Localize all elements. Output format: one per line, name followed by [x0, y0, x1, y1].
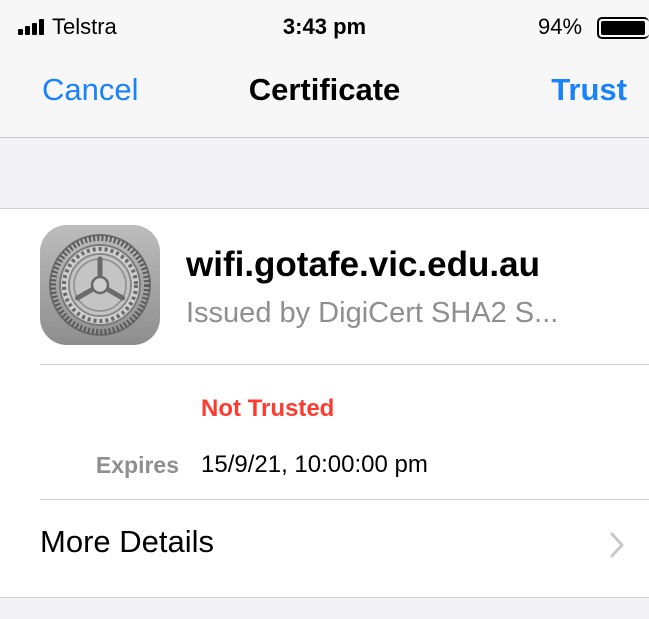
divider [40, 364, 649, 365]
certificate-name: wifi.gotafe.vic.edu.au [186, 245, 540, 284]
battery-percent: 94% [538, 14, 583, 39]
battery-icon [597, 17, 649, 39]
settings-gear-icon [40, 225, 160, 345]
certificate-card: wifi.gotafe.vic.edu.au Issued by DigiCer… [0, 208, 649, 598]
status-bar: Telstra 3:43 pm 94% [0, 0, 649, 62]
more-details-row[interactable]: More Details [0, 500, 649, 598]
more-details-label: More Details [40, 524, 214, 559]
trust-button[interactable]: Trust [551, 72, 627, 108]
expires-value: 15/9/21, 10:00:00 pm [201, 451, 428, 478]
certificate-issuer: Issued by DigiCert SHA2 S... [186, 297, 559, 329]
chevron-right-icon [610, 532, 624, 558]
trust-status: Not Trusted [201, 395, 335, 422]
expires-label: Expires [95, 452, 179, 478]
navigation-bar: Cancel Certificate Trust [0, 62, 649, 138]
